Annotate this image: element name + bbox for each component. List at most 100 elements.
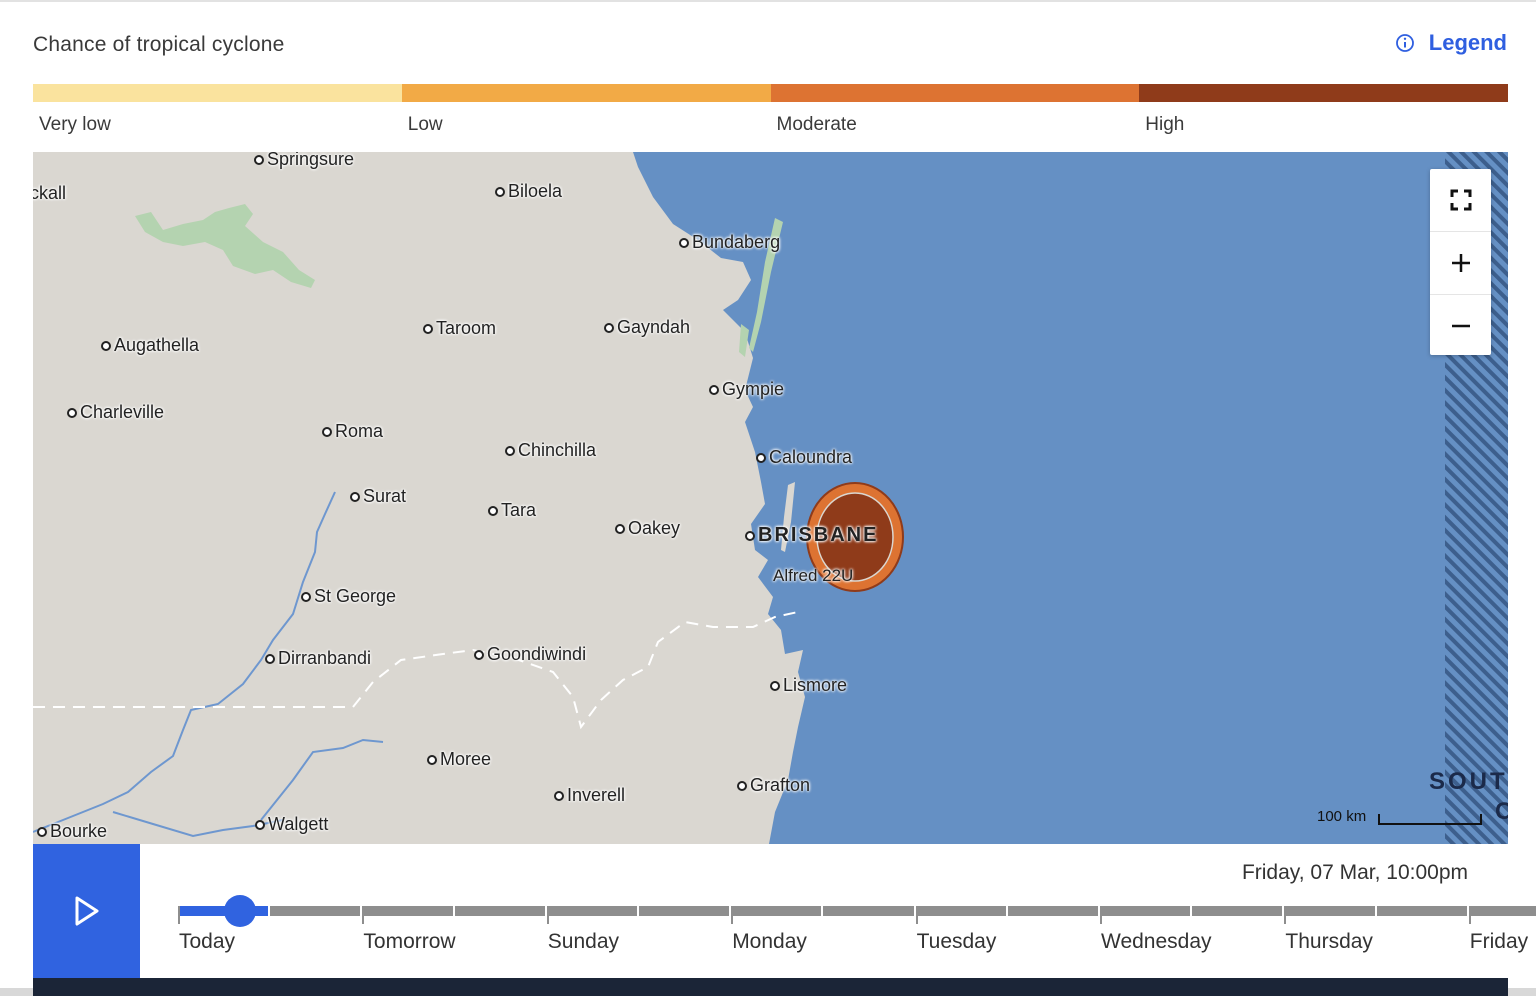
timeline-day-label[interactable]: Tomorrow	[363, 930, 455, 954]
place-label-gayndah: Gayndah	[604, 317, 690, 338]
timeline-segment[interactable]	[362, 906, 453, 916]
timeline-day-label[interactable]: Wednesday	[1101, 930, 1212, 954]
place-dot-icon	[604, 322, 614, 333]
place-label-taroom: Taroom	[423, 318, 496, 339]
place-label-springsure: Springsure	[254, 152, 354, 170]
play-icon	[75, 896, 98, 926]
place-label-dirranbandi: Dirranbandi	[265, 648, 371, 669]
place-dot-icon	[67, 407, 77, 418]
legend-label: Legend	[1428, 30, 1507, 55]
place-name: Grafton	[750, 775, 811, 795]
timeline-day-label[interactable]: Sunday	[548, 930, 619, 954]
timeline-segment[interactable]	[1376, 906, 1467, 916]
place-dot-icon	[709, 384, 719, 395]
probability-scale-labels: Very low Low Moderate High	[33, 114, 1508, 136]
fullscreen-button[interactable]	[1430, 169, 1491, 232]
place-dot-icon	[745, 530, 755, 541]
timeline-day-label[interactable]: Monday	[732, 930, 807, 954]
timeline-day-label[interactable]: Tuesday	[917, 930, 997, 954]
timeline-segment[interactable]	[1007, 906, 1098, 916]
place-label-moree: Moree	[427, 749, 491, 770]
fullscreen-icon	[1450, 189, 1471, 211]
place-name: Goondiwindi	[487, 644, 587, 664]
place-name: Inverell	[567, 785, 626, 805]
timeline-tick	[915, 906, 918, 924]
timeline-segment[interactable]	[454, 906, 545, 916]
place-label-bundaberg: Bundaberg	[679, 232, 780, 253]
place-name: Caloundra	[769, 447, 853, 467]
place-label-chinchilla: Chinchilla	[505, 440, 596, 461]
place-name: Tara	[501, 500, 537, 520]
timeline-segment[interactable]	[1468, 906, 1536, 916]
place-name: Surat	[363, 486, 407, 506]
place-dot-icon	[301, 591, 311, 602]
place-label-oakey: Oakey	[615, 518, 680, 539]
map-scale-line	[1378, 814, 1483, 825]
place-dot-icon	[488, 505, 498, 516]
scale-moderate	[770, 84, 1140, 102]
place-label-goondiwindi: Goondiwindi	[474, 644, 586, 665]
timeline-tick	[1100, 906, 1102, 924]
timeline-segment[interactable]	[546, 906, 637, 916]
place-label-grafton: Grafton	[737, 775, 810, 796]
map-scale-label: 100 km	[1317, 808, 1367, 825]
timeline-segment[interactable]	[823, 906, 914, 916]
place-name: Dirranbandi	[278, 648, 372, 668]
place-label-tara: Tara	[488, 500, 536, 521]
timeline-tick	[362, 906, 365, 924]
place-label-biloela: Biloela	[495, 181, 562, 202]
place-name: BRISBANE	[758, 524, 879, 546]
place-label-brisbane: BRISBANE	[745, 524, 878, 547]
place-dot-icon	[495, 186, 505, 197]
place-label-st-george: St George	[301, 586, 396, 607]
timeline-segment[interactable]	[1100, 906, 1191, 916]
timeline-segment[interactable]	[731, 906, 822, 916]
place-dot-icon	[737, 780, 747, 791]
timeline-segment[interactable]	[915, 906, 1006, 916]
timeline-segment[interactable]	[1192, 906, 1283, 916]
place-dot-icon	[255, 819, 265, 830]
place-name: Bundaberg	[692, 232, 781, 252]
place-name: Springsure	[267, 152, 355, 169]
legend-link[interactable]: Legend	[1395, 30, 1507, 56]
place-label-tambo: ckall	[33, 183, 66, 204]
place-dot-icon	[770, 680, 780, 691]
timeline-day-label[interactable]: Today	[179, 930, 235, 954]
place-name: Walgett	[268, 814, 329, 834]
plus-icon	[1451, 254, 1470, 272]
scale-very-low	[33, 84, 402, 102]
timeline-segment[interactable]	[1284, 906, 1375, 916]
map-controls	[1430, 169, 1491, 355]
play-button[interactable]	[33, 844, 140, 978]
cyclone-map[interactable]: Springsure ckall Biloela Bundaberg Taroom Gay…	[33, 152, 1508, 844]
timeline-tick	[178, 906, 180, 924]
place-name: Bourke	[50, 821, 108, 841]
place-label-augathella: Augathella	[101, 335, 199, 356]
timeline-segment[interactable]	[270, 906, 361, 916]
probability-scale	[33, 84, 1508, 102]
timeline-day-label[interactable]: Friday	[1470, 930, 1528, 954]
info-icon	[1395, 34, 1414, 52]
bottom-left-edge	[0, 988, 33, 996]
timeline-segment[interactable]	[639, 906, 730, 916]
map-scale: 100 km	[1317, 808, 1483, 825]
place-dot-icon	[427, 754, 437, 765]
cyclone-label: Alfred 22U	[773, 566, 854, 585]
place-dot-icon	[101, 340, 111, 351]
place-dot-icon	[756, 452, 766, 463]
timeline-tick	[1284, 906, 1287, 924]
place-dot-icon	[322, 426, 332, 437]
minus-icon	[1451, 324, 1470, 328]
map-canvas[interactable]	[33, 152, 1508, 844]
zoom-in-button[interactable]	[1430, 232, 1491, 295]
timeline-slider-knob[interactable]	[224, 895, 257, 927]
place-label-gympie: Gympie	[709, 379, 784, 400]
bottom-right-edge	[1508, 988, 1536, 996]
place-dot-icon	[615, 523, 625, 534]
land-mass	[33, 152, 805, 844]
timeline-day-label[interactable]: Thursday	[1285, 930, 1373, 954]
place-name: Moree	[440, 749, 492, 769]
zoom-out-button[interactable]	[1430, 295, 1491, 357]
place-name: Biloela	[508, 181, 563, 201]
place-name: Chinchilla	[518, 440, 597, 460]
